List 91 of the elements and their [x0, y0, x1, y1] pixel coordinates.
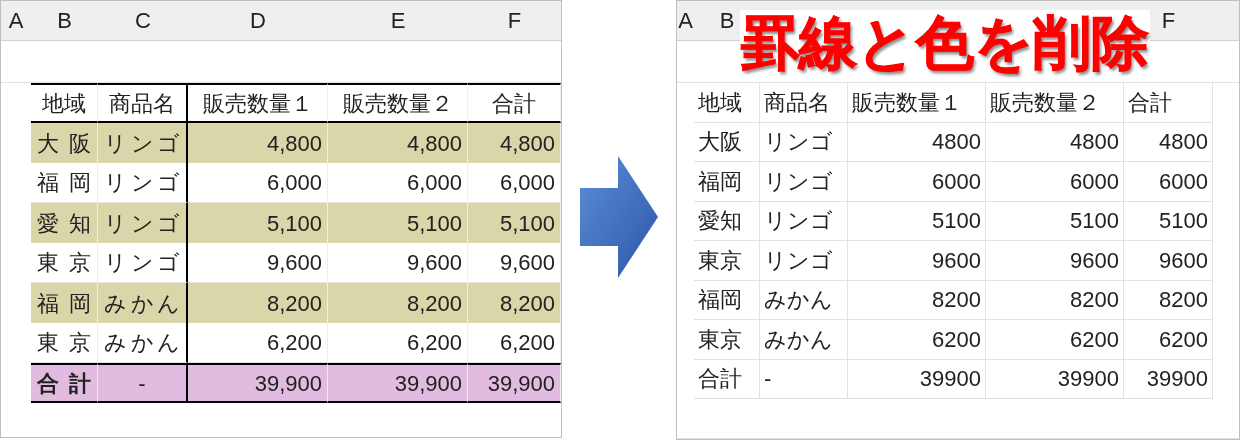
- table-cell-text: 9,600: [406, 249, 462, 277]
- table-cell-text: 8200: [1159, 286, 1208, 315]
- table-cell-text: みかん: [764, 325, 833, 354]
- table-cell-text: 39900: [1146, 365, 1208, 394]
- table-cell-text: 39900: [919, 365, 981, 394]
- column-header[interactable]: C: [134, 4, 152, 37]
- table-cell-text: 9600: [932, 246, 981, 275]
- table-cell-text: 6200: [932, 325, 981, 354]
- table-cell-text: 東京: [37, 249, 91, 277]
- table-cell-text: 東京: [37, 329, 91, 357]
- table-cell-text: -: [764, 365, 772, 394]
- column-title: 販売数量１: [202, 89, 313, 118]
- table-cell-text: 4,800: [499, 129, 555, 158]
- table-cell-text: 8200: [1070, 286, 1119, 315]
- table-cell-text: みかん: [764, 286, 833, 315]
- table-cell-text: 9,600: [266, 249, 322, 277]
- column-header[interactable]: B: [718, 4, 736, 37]
- table-cell-text: 5100: [932, 207, 981, 236]
- table-cell-text: 大阪: [698, 128, 742, 157]
- table-cell-text: 8,200: [499, 289, 555, 318]
- column-title: 販売数量２: [990, 88, 1100, 117]
- table-cell-text: 福岡: [37, 289, 91, 318]
- table-cell-text: みかん: [104, 289, 180, 318]
- column-title: 商品名: [109, 89, 175, 118]
- table-cell-text: リンゴ: [104, 209, 180, 238]
- table-cell-text: 39,900: [394, 369, 462, 398]
- table-cell-text: 福岡: [698, 167, 742, 196]
- column-title: 地域: [42, 89, 86, 118]
- table-cell-text: 9600: [1159, 246, 1208, 275]
- table-cell-text: 6200: [1070, 325, 1119, 354]
- table-cell-text: リンゴ: [764, 167, 833, 196]
- table-cell-text: 4,800: [266, 129, 322, 158]
- column-header[interactable]: E: [389, 4, 407, 37]
- table-cell-text: リンゴ: [104, 169, 180, 197]
- table-cell-text: 5,100: [266, 209, 322, 238]
- table-cell-text: 東京: [698, 325, 742, 354]
- table-cell-text: 4,800: [406, 129, 462, 158]
- table-cell-text: 6200: [1159, 325, 1208, 354]
- table-cell-text: 6,000: [499, 169, 555, 197]
- table-cell-text: 8200: [932, 286, 981, 315]
- column-title: 地域: [698, 88, 742, 117]
- table-cell-text: みかん: [104, 329, 180, 357]
- table-cell-text: 愛知: [698, 207, 742, 236]
- column-title: 合計: [492, 89, 536, 118]
- table-cell-text: -: [138, 369, 146, 398]
- table-cell-text: 6,000: [406, 169, 462, 197]
- table-cell-text: リンゴ: [764, 128, 833, 157]
- column-title: 販売数量２: [342, 89, 453, 118]
- table-cell-text: リンゴ: [764, 207, 833, 236]
- table-cell-text: 8,200: [266, 289, 322, 318]
- column-header[interactable]: A: [7, 4, 25, 37]
- column-title: 販売数量１: [852, 88, 962, 117]
- table-cell-text: リンゴ: [104, 249, 180, 277]
- table-cell-text: リンゴ: [764, 246, 833, 275]
- column-header[interactable]: F: [506, 4, 523, 37]
- table-cell-text: 5,100: [499, 209, 555, 238]
- table-cell-text: 福岡: [698, 286, 742, 315]
- column-header[interactable]: B: [56, 4, 73, 37]
- table-cell-text: 愛知: [37, 209, 91, 238]
- column-header[interactable]: D: [249, 4, 267, 37]
- column-title: 商品名: [764, 88, 830, 117]
- title-banner: 罫線と色を削除: [740, 10, 1150, 76]
- table-cell-text: 大阪: [37, 129, 91, 158]
- table-cell-text: 9,600: [499, 249, 555, 277]
- table-cell-text: 5100: [1070, 207, 1119, 236]
- table-cell-text: 4800: [932, 128, 981, 157]
- table-cell-text: リンゴ: [104, 129, 180, 158]
- table-cell-text: 合計: [37, 369, 91, 398]
- table-cell-text: 4800: [1159, 128, 1208, 157]
- table-cell-text: 6,200: [499, 329, 555, 357]
- table-cell-text: 6,000: [266, 169, 322, 197]
- table-cell-text: 6,200: [266, 329, 322, 357]
- table-cell-text: 39,900: [254, 369, 322, 398]
- column-title: 合計: [1128, 88, 1172, 117]
- table-cell-text: 39,900: [487, 369, 555, 398]
- table-cell-text: 6000: [1070, 167, 1119, 196]
- column-header[interactable]: A: [677, 4, 694, 37]
- table-cell-text: 福岡: [37, 169, 91, 197]
- table-cell-text: 6,200: [406, 329, 462, 357]
- table-cell-text: 9600: [1070, 246, 1119, 275]
- table-cell-text: 5100: [1159, 207, 1208, 236]
- table-cell-text: 6000: [1159, 167, 1208, 196]
- table-cell-text: 5,100: [406, 209, 462, 238]
- table-cell-text: 39900: [1057, 365, 1119, 394]
- table-cell-text: 合計: [698, 365, 742, 394]
- table-cell-text: 8,200: [406, 289, 462, 318]
- right-arrow-icon: [580, 156, 658, 278]
- table-cell-text: 東京: [698, 246, 742, 275]
- table-cell-text: 4800: [1070, 128, 1119, 157]
- table-cell-text: 6000: [932, 167, 981, 196]
- column-header[interactable]: F: [1160, 4, 1177, 37]
